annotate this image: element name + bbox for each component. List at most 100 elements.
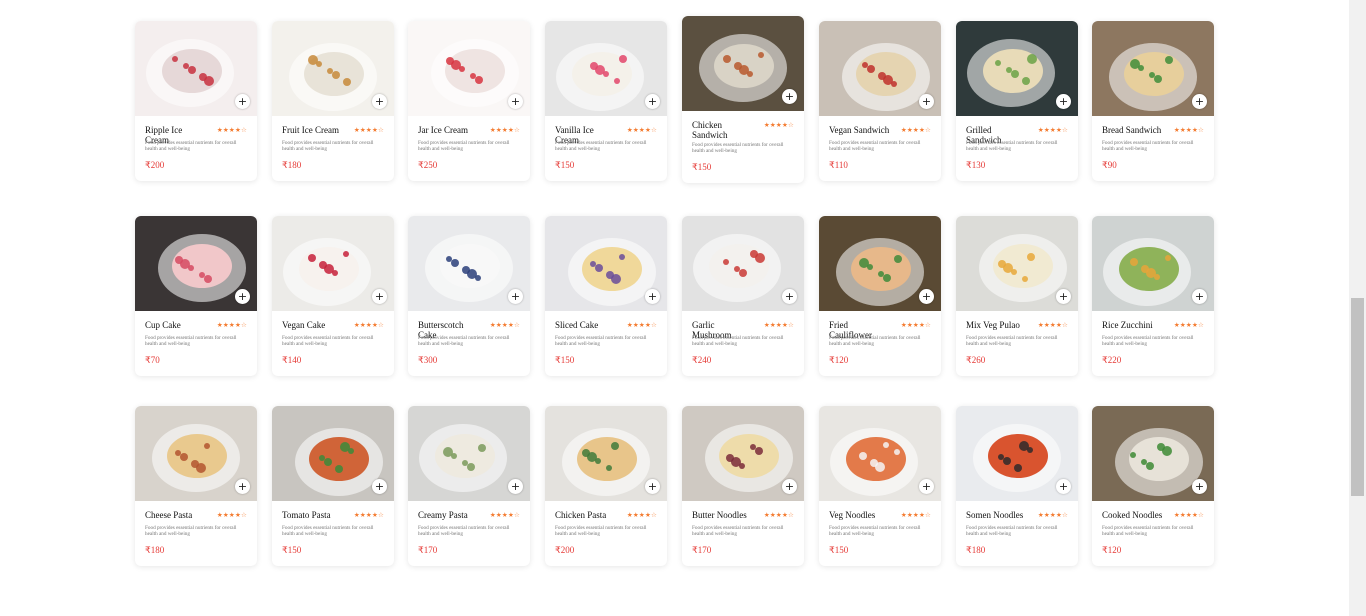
food-image[interactable]: + (819, 216, 941, 311)
food-card[interactable]: + Vanilla Ice Cream ★★★★☆ Food provides ess… (545, 21, 667, 181)
add-to-cart-icon[interactable]: + (508, 289, 523, 304)
food-card[interactable]: + Vegan Cake ★★★★☆ Food provides essential … (272, 216, 394, 376)
food-card[interactable]: + Tomato Pasta ★★★★☆ Food provides essentia… (272, 406, 394, 566)
food-card-body: Rice Zucchini ★★★★☆ Food provides essentia… (1092, 311, 1214, 376)
food-image[interactable]: + (1092, 216, 1214, 311)
food-description: Food provides essential nutrients for ov… (1102, 335, 1194, 347)
food-card[interactable]: + Cheese Pasta ★★★★☆ Food provides essentia… (135, 406, 257, 566)
food-price: ₹90 (1102, 160, 1117, 170)
food-card-header: Jar Ice Cream ★★★★☆ (418, 125, 520, 140)
food-price: ₹110 (829, 160, 848, 170)
food-card-body: Tomato Pasta ★★★★☆ Food provides essential… (272, 501, 394, 566)
food-description: Food provides essential nutrients for ov… (829, 335, 921, 347)
food-description: Food provides essential nutrients for ov… (692, 525, 784, 537)
food-card[interactable]: + Creamy Pasta ★★★★☆ Food provides essentia… (408, 406, 530, 566)
food-card[interactable]: + Butterscotch Cake ★★★★☆ Food provides ess… (408, 216, 530, 376)
food-image[interactable]: + (819, 21, 941, 116)
add-to-cart-icon[interactable]: + (1192, 289, 1207, 304)
food-image[interactable]: + (545, 406, 667, 501)
food-image[interactable]: + (956, 406, 1078, 501)
add-to-cart-icon[interactable]: + (508, 479, 523, 494)
star-rating-icon: ★★★★☆ (216, 126, 247, 134)
food-name: Creamy Pasta (418, 510, 468, 520)
food-card[interactable]: + Fruit Ice Cream ★★★★☆ Food provides essen… (272, 21, 394, 181)
food-card[interactable]: + Ripple Ice Cream ★★★★☆ Food provides esse… (135, 21, 257, 181)
add-to-cart-icon[interactable]: + (372, 289, 387, 304)
star-rating-icon: ★★★★☆ (900, 126, 931, 134)
food-card-body: Vegan Sandwich ★★★★☆ Food provides essenti… (819, 116, 941, 181)
food-card[interactable]: + Jar Ice Cream ★★★★☆ Food provides essenti… (408, 21, 530, 181)
add-to-cart-icon[interactable]: + (372, 94, 387, 109)
food-card-header: Garlic Mushroom ★★★★☆ (692, 320, 794, 340)
add-to-cart-icon[interactable]: + (235, 94, 250, 109)
food-image[interactable]: + (408, 406, 530, 501)
add-to-cart-icon[interactable]: + (372, 479, 387, 494)
food-description: Food provides essential nutrients for ov… (829, 140, 921, 152)
food-price: ₹260 (966, 355, 986, 365)
food-price: ₹150 (282, 545, 302, 555)
food-image[interactable]: + (545, 216, 667, 311)
food-card[interactable]: + Cup Cake ★★★★☆ Food provides essential nu… (135, 216, 257, 376)
food-card[interactable]: + Mix Veg Pulao ★★★★☆ Food provides essenti… (956, 216, 1078, 376)
food-card[interactable]: + Bread Sandwich ★★★★☆ Food provides essent… (1092, 21, 1214, 181)
food-name: Veg Noodles (829, 510, 876, 520)
food-card[interactable]: + Sliced Cake ★★★★☆ Food provides essential… (545, 216, 667, 376)
add-to-cart-icon[interactable]: + (919, 479, 934, 494)
add-to-cart-icon[interactable]: + (919, 94, 934, 109)
food-image[interactable]: + (682, 216, 804, 311)
add-to-cart-icon[interactable]: + (645, 94, 660, 109)
food-image[interactable]: + (272, 21, 394, 116)
add-to-cart-icon[interactable]: + (919, 289, 934, 304)
scrollbar-thumb[interactable] (1351, 298, 1364, 496)
food-image[interactable]: + (408, 21, 530, 116)
add-to-cart-icon[interactable]: + (782, 479, 797, 494)
food-description: Food provides essential nutrients for ov… (418, 335, 510, 347)
food-image[interactable]: + (135, 406, 257, 501)
food-image[interactable]: + (1092, 406, 1214, 501)
food-card[interactable]: + Vegan Sandwich ★★★★☆ Food provides essent… (819, 21, 941, 181)
food-card-body: Jar Ice Cream ★★★★☆ Food provides essentia… (408, 116, 530, 181)
add-to-cart-icon[interactable]: + (782, 289, 797, 304)
add-to-cart-icon[interactable]: + (1056, 479, 1071, 494)
food-image[interactable]: + (272, 406, 394, 501)
add-to-cart-icon[interactable]: + (1192, 479, 1207, 494)
food-card[interactable]: + Cooked Noodles ★★★★☆ Food provides essent… (1092, 406, 1214, 566)
food-price: ₹180 (966, 545, 986, 555)
add-to-cart-icon[interactable]: + (235, 289, 250, 304)
food-card[interactable]: + Garlic Mushroom ★★★★☆ Food provides essen… (682, 216, 804, 376)
food-card[interactable]: + Veg Noodles ★★★★☆ Food provides essential… (819, 406, 941, 566)
food-card[interactable]: + Grilled Sandwich ★★★★☆ Food provides esse… (956, 21, 1078, 181)
add-to-cart-icon[interactable]: + (645, 479, 660, 494)
food-card[interactable]: + Rice Zucchini ★★★★☆ Food provides essenti… (1092, 216, 1214, 376)
food-image[interactable]: + (956, 21, 1078, 116)
food-image[interactable]: + (682, 16, 804, 111)
food-description: Food provides essential nutrients for ov… (966, 525, 1058, 537)
food-card[interactable]: + Fried Cauliflower ★★★★☆ Food provides ess… (819, 216, 941, 376)
add-to-cart-icon[interactable]: + (782, 89, 797, 104)
star-rating-icon: ★★★★☆ (900, 511, 931, 519)
star-rating-icon: ★★★★☆ (763, 121, 794, 129)
food-image[interactable]: + (135, 216, 257, 311)
food-image[interactable]: + (545, 21, 667, 116)
food-name: Sliced Cake (555, 320, 599, 330)
food-name: Cup Cake (145, 320, 181, 330)
food-image[interactable]: + (682, 406, 804, 501)
food-image[interactable]: + (272, 216, 394, 311)
add-to-cart-icon[interactable]: + (235, 479, 250, 494)
add-to-cart-icon[interactable]: + (1192, 94, 1207, 109)
add-to-cart-icon[interactable]: + (1056, 94, 1071, 109)
food-name: Chicken Sandwich (692, 120, 728, 140)
add-to-cart-icon[interactable]: + (1056, 289, 1071, 304)
food-card[interactable]: + Somen Noodles ★★★★☆ Food provides essenti… (956, 406, 1078, 566)
food-card[interactable]: + Butter Noodles ★★★★☆ Food provides essent… (682, 406, 804, 566)
food-image[interactable]: + (135, 21, 257, 116)
food-card-header: Butter Noodles ★★★★☆ (692, 510, 794, 525)
add-to-cart-icon[interactable]: + (508, 94, 523, 109)
food-image[interactable]: + (956, 216, 1078, 311)
food-card[interactable]: + Chicken Pasta ★★★★☆ Food provides essenti… (545, 406, 667, 566)
food-card[interactable]: + Chicken Sandwich ★★★★☆ Food provides esse… (682, 16, 804, 183)
food-image[interactable]: + (408, 216, 530, 311)
food-image[interactable]: + (1092, 21, 1214, 116)
add-to-cart-icon[interactable]: + (645, 289, 660, 304)
food-image[interactable]: + (819, 406, 941, 501)
